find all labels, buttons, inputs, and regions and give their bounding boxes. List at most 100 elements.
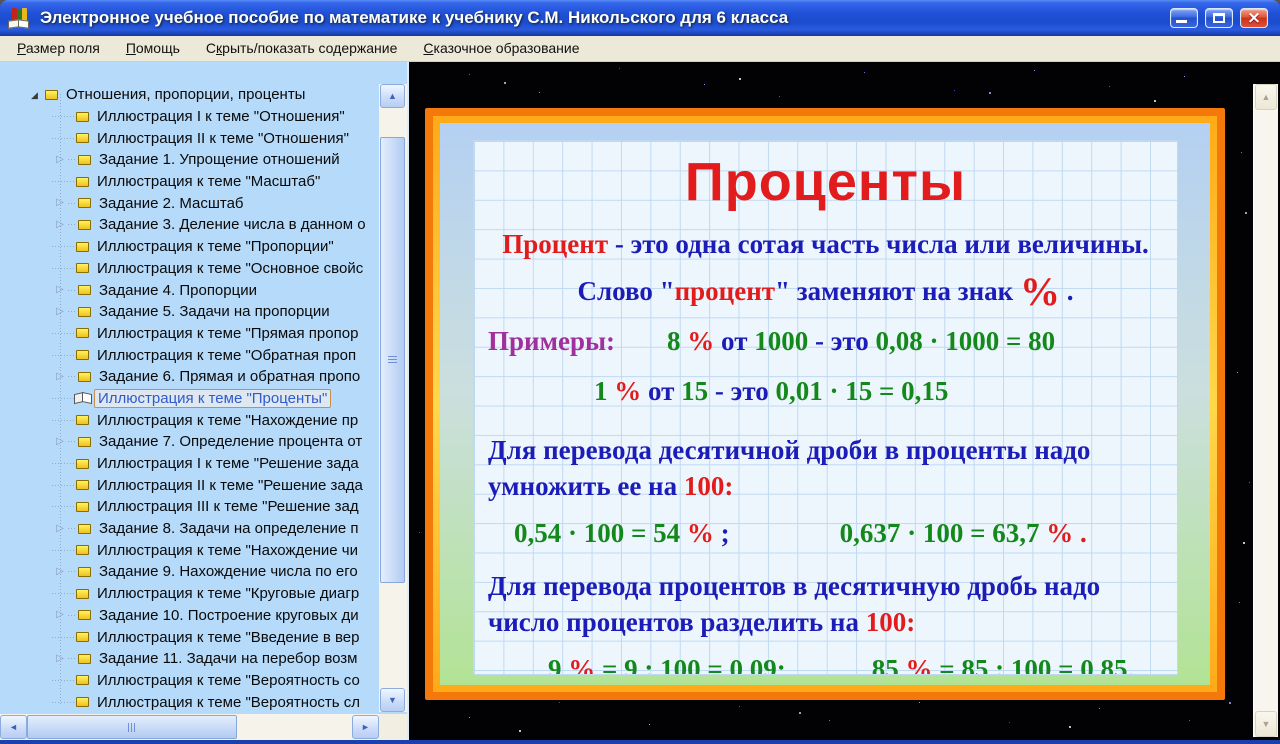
menu-item-1[interactable]: Размер поля [4, 36, 113, 61]
scroll-down-button[interactable]: ▼ [380, 688, 405, 712]
tree-item-label: Иллюстрация к теме "Нахождение пр [97, 411, 359, 429]
tree-item[interactable]: Иллюстрация к теме "Основное свойс [0, 258, 379, 280]
tree-item[interactable]: ◢ Отношения, пропорции, проценты [0, 84, 379, 106]
tree-item[interactable]: Иллюстрация I к теме "Решение зада [0, 453, 379, 475]
scroll-left-button[interactable]: ◄ [0, 715, 27, 739]
collapsed-twisty-icon[interactable]: ▷ [52, 609, 68, 621]
book-icon [74, 545, 89, 558]
collapsed-twisty-icon[interactable]: ▷ [52, 306, 68, 318]
scroll-up-button[interactable]: ▲ [1255, 84, 1277, 110]
tree-vertical-scrollbar[interactable]: ▲ ▼ [379, 84, 407, 712]
collapsed-twisty-icon[interactable]: ▷ [52, 566, 68, 578]
tree-item[interactable]: ▷ Задание 10. Построение круговых ди [0, 605, 379, 627]
thumb-grip-icon [127, 722, 137, 732]
tree-item[interactable]: ▷ Задание 9. Нахождение числа по его [0, 561, 379, 583]
book-icon [76, 154, 91, 167]
book-icon [74, 241, 89, 254]
tree-item[interactable]: Иллюстрация к теме "Введение в вер [0, 626, 379, 648]
window-controls: × [1170, 8, 1268, 28]
maximize-icon [1213, 13, 1225, 23]
tree-connector [52, 246, 74, 248]
title-bar[interactable]: Электронное учебное пособие по математик… [0, 0, 1280, 36]
text-segment: % [680, 518, 714, 548]
percent-poster: Проценты Процент - это одна сотая часть ч… [425, 108, 1225, 700]
menu-item-2[interactable]: Помощь [113, 36, 193, 61]
tree-item[interactable]: Иллюстрация II к теме "Отношения" [0, 127, 379, 149]
tree-item-label: Задание 8. Задачи на определение п [99, 520, 359, 538]
tree-item[interactable]: ▷ Задание 2. Масштаб [0, 192, 379, 214]
tree-item[interactable]: Иллюстрация II к теме "Решение зада [0, 474, 379, 496]
scroll-down-button[interactable]: ▼ [1255, 711, 1277, 737]
tree-item[interactable]: Иллюстрация III к теме "Решение зад [0, 496, 379, 518]
expanded-twisty-icon[interactable]: ◢ [31, 90, 43, 100]
collapsed-twisty-icon[interactable]: ▷ [52, 197, 68, 209]
text-segment: от [641, 376, 682, 406]
tree-item[interactable]: Иллюстрация к теме "Масштаб" [0, 171, 379, 193]
scroll-right-button[interactable]: ► [352, 715, 379, 739]
text-segment: % [898, 654, 933, 675]
book-icon [76, 436, 91, 449]
tree-item[interactable]: ▷ Задание 4. Пропорции [0, 279, 379, 301]
tree-connector [68, 289, 76, 291]
tree-item[interactable]: Иллюстрация к теме "Прямая пропор [0, 323, 379, 345]
tree-item[interactable]: ▷ Задание 11. Задачи на перебор возм [0, 648, 379, 670]
tree-item[interactable]: ▷ Задание 8. Задачи на определение п [0, 518, 379, 540]
collapsed-twisty-icon[interactable]: ▷ [52, 284, 68, 296]
app-icon [8, 7, 32, 29]
tree-item[interactable]: Иллюстрация I к теме "Отношения" [0, 106, 379, 128]
book-icon [76, 610, 91, 623]
tree-item[interactable]: Иллюстрация к теме "Вероятность сл [0, 691, 379, 712]
text-segment: - это [708, 376, 776, 406]
poster-line: умножить ее на 100: [486, 468, 1165, 504]
tree-item[interactable]: Иллюстрация к теме "Вероятность со [0, 670, 379, 692]
menu-item-4[interactable]: Сказочное образование [410, 36, 592, 61]
tree-item[interactable]: Иллюстрация к теме "Нахождение чи [0, 539, 379, 561]
close-button[interactable]: × [1240, 8, 1268, 28]
tree-item[interactable]: ▷ Задание 5. Задачи на пропорции [0, 301, 379, 323]
collapsed-twisty-icon[interactable]: ▷ [52, 371, 68, 383]
collapsed-twisty-icon[interactable]: ▷ [52, 653, 68, 665]
menu-item-3[interactable]: Скрыть/показать содержание [193, 36, 410, 61]
contents-tree-panel: ◢ Отношения, пропорции, проценты Иллюстрац… [0, 62, 409, 740]
tree-item[interactable]: Иллюстрация к теме "Пропорции" [0, 236, 379, 258]
text-segment: 0,54 · 100 = 54 [514, 518, 681, 548]
collapsed-twisty-icon[interactable]: ▷ [52, 436, 68, 448]
tree-connector [52, 397, 74, 399]
tree-connector [52, 354, 74, 356]
collapsed-twisty-icon[interactable]: ▷ [52, 219, 68, 231]
app-window: Электронное учебное пособие по математик… [0, 0, 1280, 744]
tree-item[interactable]: Иллюстрация к теме "Проценты" [0, 388, 379, 410]
minimize-button[interactable] [1170, 8, 1198, 28]
text-segment: % [607, 376, 642, 406]
tree-item[interactable]: Иллюстрация к теме "Нахождение пр [0, 409, 379, 431]
tree-item[interactable]: ▷ Задание 3. Деление числа в данном о [0, 214, 379, 236]
maximize-button[interactable] [1205, 8, 1233, 28]
text-segment: % [561, 654, 596, 675]
tree-item[interactable]: ▷ Задание 6. Прямая и обратная пропо [0, 366, 379, 388]
tree-connector [52, 267, 74, 269]
content-vertical-scrollbar[interactable]: ▲ ▼ [1253, 84, 1278, 737]
poster-line: Для перевода процентов в десятичную дроб… [486, 568, 1165, 604]
tree-item[interactable]: ▷ Задание 7. Определение процента от [0, 431, 379, 453]
scrollbar-thumb[interactable] [380, 137, 405, 583]
tree-item-label: Задание 4. Пропорции [99, 281, 257, 299]
tree-item-label: Иллюстрация I к теме "Отношения" [97, 108, 345, 126]
tree-item[interactable]: Иллюстрация к теме "Круговые диагр [0, 583, 379, 605]
main-area: ◢ Отношения, пропорции, проценты Иллюстрац… [0, 62, 1280, 740]
book-icon [76, 198, 91, 211]
tree-connector [52, 636, 74, 638]
collapsed-twisty-icon[interactable]: ▷ [52, 154, 68, 166]
book-icon [74, 133, 89, 146]
tree-connector [52, 116, 74, 118]
poster-line: 9 % = 9 : 100 = 0,09; 85 % = 85 : 100 = 0… [486, 652, 1165, 675]
book-icon [74, 263, 89, 276]
scrollbar-thumb[interactable] [27, 715, 237, 739]
tree-item[interactable]: Иллюстрация к теме "Обратная проп [0, 344, 379, 366]
poster-paper: Проценты Процент - это одна сотая часть ч… [473, 140, 1178, 675]
tree-item-label: Задание 11. Задачи на перебор возм [99, 650, 358, 668]
tree-item[interactable]: ▷ Задание 1. Упрощение отношений [0, 149, 379, 171]
collapsed-twisty-icon[interactable]: ▷ [52, 523, 68, 535]
book-icon [76, 653, 91, 666]
tree-horizontal-scrollbar[interactable]: ◄ ► [0, 714, 379, 740]
scroll-up-button[interactable]: ▲ [380, 84, 405, 108]
